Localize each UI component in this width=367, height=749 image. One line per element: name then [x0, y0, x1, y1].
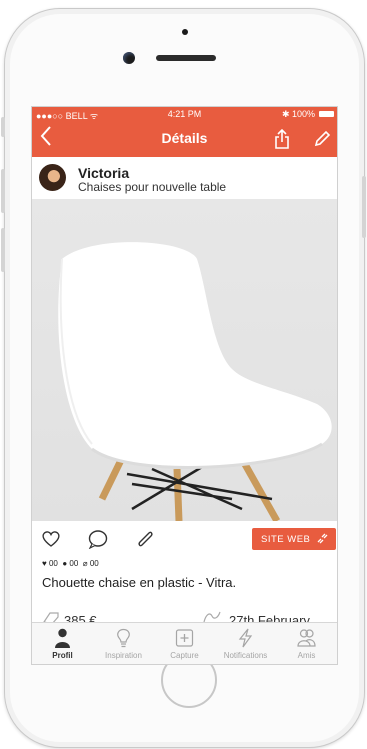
post-photo[interactable] — [32, 199, 337, 521]
edit-pencil-icon[interactable] — [313, 130, 331, 153]
tab-capture[interactable]: Capture — [154, 623, 215, 664]
bolt-icon — [238, 628, 253, 648]
tab-profil[interactable]: Profil — [32, 623, 93, 664]
tab-label: Capture — [170, 651, 199, 660]
post-subtitle: Chaises pour nouvelle table — [78, 180, 227, 194]
comment-icon[interactable] — [88, 530, 108, 554]
tab-bar: Profil Inspiration Capture Notifications… — [32, 622, 337, 664]
author-name[interactable]: Victoria — [78, 165, 129, 181]
front-camera — [123, 52, 135, 64]
power-button — [362, 176, 366, 238]
volume-down-button — [1, 228, 5, 272]
share-icon[interactable] — [275, 128, 289, 154]
comment-small-icon: ● — [62, 559, 68, 568]
like-count: 00 — [48, 559, 58, 568]
page-title: Détails — [161, 130, 208, 146]
lightbulb-icon — [117, 628, 130, 648]
person-icon — [55, 628, 70, 648]
battery-percent: ✱ 100% — [281, 109, 315, 119]
battery-icon — [319, 111, 334, 117]
volume-up-button — [1, 169, 5, 213]
post-actions: SITE WEB — [32, 521, 337, 557]
link-count: 00 — [89, 559, 99, 568]
app-screen: ●●●○○ BELL ᯤ 4:21 PM ✱ 100% Détails Vict… — [31, 106, 338, 665]
avatar[interactable] — [39, 164, 66, 191]
friends-icon — [297, 629, 316, 647]
proximity-sensor — [182, 29, 188, 35]
site-web-button[interactable]: SITE WEB — [252, 528, 336, 550]
site-web-label: SITE WEB — [261, 534, 311, 545]
tab-label: Notifications — [223, 651, 268, 660]
status-bar: ●●●○○ BELL ᯤ 4:21 PM ✱ 100% — [32, 107, 337, 122]
link-icon — [317, 533, 328, 544]
earpiece-speaker — [156, 55, 216, 61]
tab-inspiration[interactable]: Inspiration — [93, 623, 154, 664]
link-small-icon: ⌀ — [82, 559, 88, 568]
nav-bar: Détails — [32, 122, 337, 157]
chair-illustration — [58, 242, 332, 521]
tab-notifications[interactable]: Notifications — [215, 623, 276, 664]
engagement-counts: ♥ 00 ● 00 ⌀ 00 — [42, 559, 99, 568]
heart-small-icon: ♥ — [42, 559, 47, 568]
tab-label: Amis — [297, 651, 316, 660]
tab-label: Inspiration — [105, 651, 142, 660]
tab-label: Profil — [52, 651, 73, 660]
paperclip-icon[interactable] — [136, 529, 156, 554]
mute-switch — [1, 117, 5, 137]
plus-square-icon — [175, 629, 194, 647]
heart-icon[interactable] — [41, 530, 61, 553]
comment-count: 00 — [69, 559, 79, 568]
post-description: Chouette chaise en plastic - Vitra. — [42, 575, 237, 590]
tab-amis[interactable]: Amis — [276, 623, 337, 664]
post-author-header[interactable]: Victoria Chaises pour nouvelle table — [32, 157, 337, 199]
